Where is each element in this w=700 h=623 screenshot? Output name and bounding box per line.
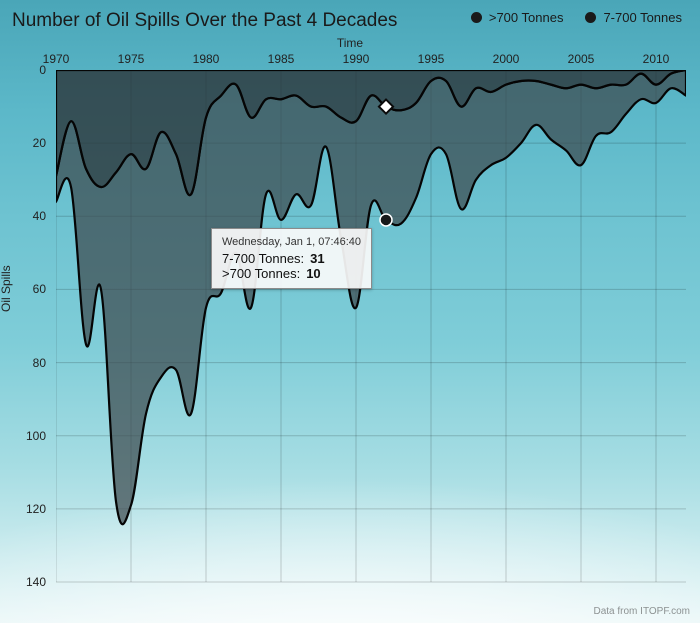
credit-text: Data from ITOPF.com: [593, 606, 690, 617]
y-axis-title: Oil Spills: [0, 265, 13, 312]
chart-root: Number of Oil Spills Over the Past 4 Dec…: [0, 0, 700, 623]
legend-dot-icon: [471, 12, 482, 23]
tooltip-series-value: 10: [306, 266, 320, 281]
tooltip: Wednesday, Jan 1, 07:46:40 7-700 Tonnes:…: [211, 228, 372, 289]
x-tick-label: 1980: [193, 52, 220, 66]
y-tick-label: 100: [26, 429, 46, 443]
x-tick-label: 1970: [43, 52, 70, 66]
tooltip-row: 7-700 Tonnes: 31: [222, 251, 361, 266]
x-tick-label: 1990: [343, 52, 370, 66]
x-tick-label: 2000: [493, 52, 520, 66]
x-tick-label: 1985: [268, 52, 295, 66]
y-tick-label: 140: [26, 575, 46, 589]
y-tick-label: 0: [39, 63, 46, 77]
legend-item-medium[interactable]: 7-700 Tonnes: [585, 10, 682, 25]
legend: >700 Tonnes 7-700 Tonnes: [471, 10, 682, 25]
y-tick-label: 20: [33, 136, 46, 150]
x-tick-label: 2005: [568, 52, 595, 66]
x-tick-label: 2010: [643, 52, 670, 66]
y-tick-label: 60: [33, 282, 46, 296]
legend-label: >700 Tonnes: [489, 10, 564, 25]
y-tick-label: 80: [33, 356, 46, 370]
chart-title: Number of Oil Spills Over the Past 4 Dec…: [12, 10, 397, 32]
y-tick-label: 40: [33, 209, 46, 223]
tooltip-series-label: >700 Tonnes:: [222, 266, 300, 281]
legend-label: 7-700 Tonnes: [603, 10, 682, 25]
x-axis-title: Time: [0, 36, 700, 50]
tooltip-header: Wednesday, Jan 1, 07:46:40: [222, 236, 361, 248]
legend-item-large[interactable]: >700 Tonnes: [471, 10, 564, 25]
tooltip-series-value: 31: [310, 251, 324, 266]
legend-dot-icon: [585, 12, 596, 23]
x-tick-label: 1995: [418, 52, 445, 66]
y-tick-label: 120: [26, 502, 46, 516]
plot-svg: 197019751980198519901995200020052010: [56, 70, 686, 600]
tooltip-series-label: 7-700 Tonnes:: [222, 251, 304, 266]
tooltip-row: >700 Tonnes: 10: [222, 266, 361, 281]
x-tick-label: 1975: [118, 52, 145, 66]
circle-marker-icon: [380, 214, 392, 226]
plot-area[interactable]: 197019751980198519901995200020052010 Wed…: [56, 70, 686, 600]
